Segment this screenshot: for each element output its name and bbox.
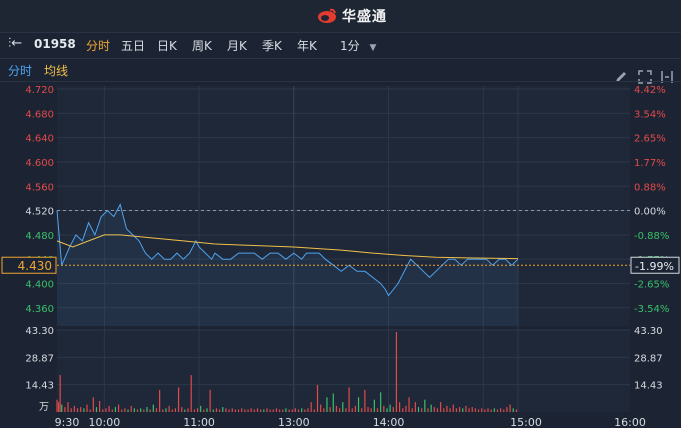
y-tick-label: 4.480 <box>25 231 54 242</box>
pct-tick-label: 1.77% <box>634 158 666 169</box>
current-price-label: 4.430 <box>18 259 52 273</box>
y-tick-label: 4.640 <box>25 134 54 145</box>
chevron-down-icon: ▼ <box>369 43 377 53</box>
pct-tick-label: -2.65% <box>634 279 669 290</box>
x-tick-label: 11:00 <box>183 416 215 428</box>
y-tick-label: 4.600 <box>25 158 54 169</box>
y-tick-label: 4.400 <box>25 279 54 290</box>
brand-name: 华盛通 <box>342 9 387 25</box>
chart-toolbar: ⫶← 01958 分时 五日 日K 周K 月K 季K 年K 1分 ▼ <box>0 33 681 84</box>
y-tick-label: 4.520 <box>25 207 54 218</box>
tab-yearly-k[interactable]: 年K <box>297 37 317 54</box>
volume-tick-label-right: 28.87 <box>634 353 663 364</box>
brand-logo-icon <box>318 8 336 23</box>
volume-unit-label: 万 <box>39 402 49 413</box>
volume-tick-label-right: 43.30 <box>634 326 663 337</box>
pct-tick-label: 0.88% <box>634 182 666 193</box>
back-icon[interactable]: ⫶← <box>8 36 22 51</box>
stock-code: 01958 <box>34 37 76 51</box>
pct-tick-label: -0.88% <box>634 231 669 242</box>
x-tick-label: 16:00 <box>614 416 646 428</box>
pct-tick-label: 2.65% <box>634 134 666 145</box>
y-tick-label: 4.720 <box>25 85 54 96</box>
x-tick-label: 15:00 <box>510 416 542 428</box>
legend-avg-line[interactable]: 均线 <box>44 62 68 79</box>
tab-weekly-k[interactable]: 周K <box>192 37 212 54</box>
brand-logo: 华盛通 <box>316 6 387 26</box>
current-pct-label: -1.99% <box>635 260 674 273</box>
tab-monthly-k[interactable]: 月K <box>227 37 247 54</box>
y-tick-label: 4.360 <box>25 304 54 315</box>
x-tick-label: 10:00 <box>89 416 121 428</box>
volume-panel <box>57 330 630 412</box>
intraday-chart[interactable]: 4.720 4.42% 4.680 3.54% 4.640 2.65% 4.600 1.77%… <box>0 80 681 428</box>
x-tick-label: 14:00 <box>373 416 405 428</box>
tab-minute[interactable]: 分时 <box>86 37 110 54</box>
x-tick-label: 13:00 <box>278 416 310 428</box>
pct-tick-label: 4.42% <box>634 85 666 96</box>
volume-tick-label: 28.87 <box>25 353 54 364</box>
tab-quarterly-k[interactable]: 季K <box>262 37 282 54</box>
volume-tick-label-right: 14.43 <box>634 381 663 392</box>
interval-value: 1分 <box>340 39 360 53</box>
volume-tick-label: 43.30 <box>25 326 54 337</box>
legend-bar: 分时 均线 <box>0 58 681 82</box>
volume-tick-label: 14.43 <box>25 381 54 392</box>
y-tick-label: 4.560 <box>25 182 54 193</box>
tab-daily-k[interactable]: 日K <box>157 37 177 54</box>
brand-bar: 华盛通 <box>0 0 681 33</box>
pct-tick-label: 3.54% <box>634 109 666 120</box>
app-window: 华盛通 ⫶← 01958 分时 五日 日K 周K 月K 季K 年K 1分 ▼ 分… <box>0 0 681 428</box>
pct-tick-label: 0.00% <box>634 207 666 218</box>
legend-price-line[interactable]: 分时 <box>8 62 32 79</box>
x-tick-label: 9:30 <box>55 416 80 428</box>
y-tick-label: 4.680 <box>25 109 54 120</box>
pct-tick-label: -3.54% <box>634 304 669 315</box>
tab-five-day[interactable]: 五日 <box>121 37 145 54</box>
interval-select[interactable]: 1分 ▼ <box>340 37 376 54</box>
